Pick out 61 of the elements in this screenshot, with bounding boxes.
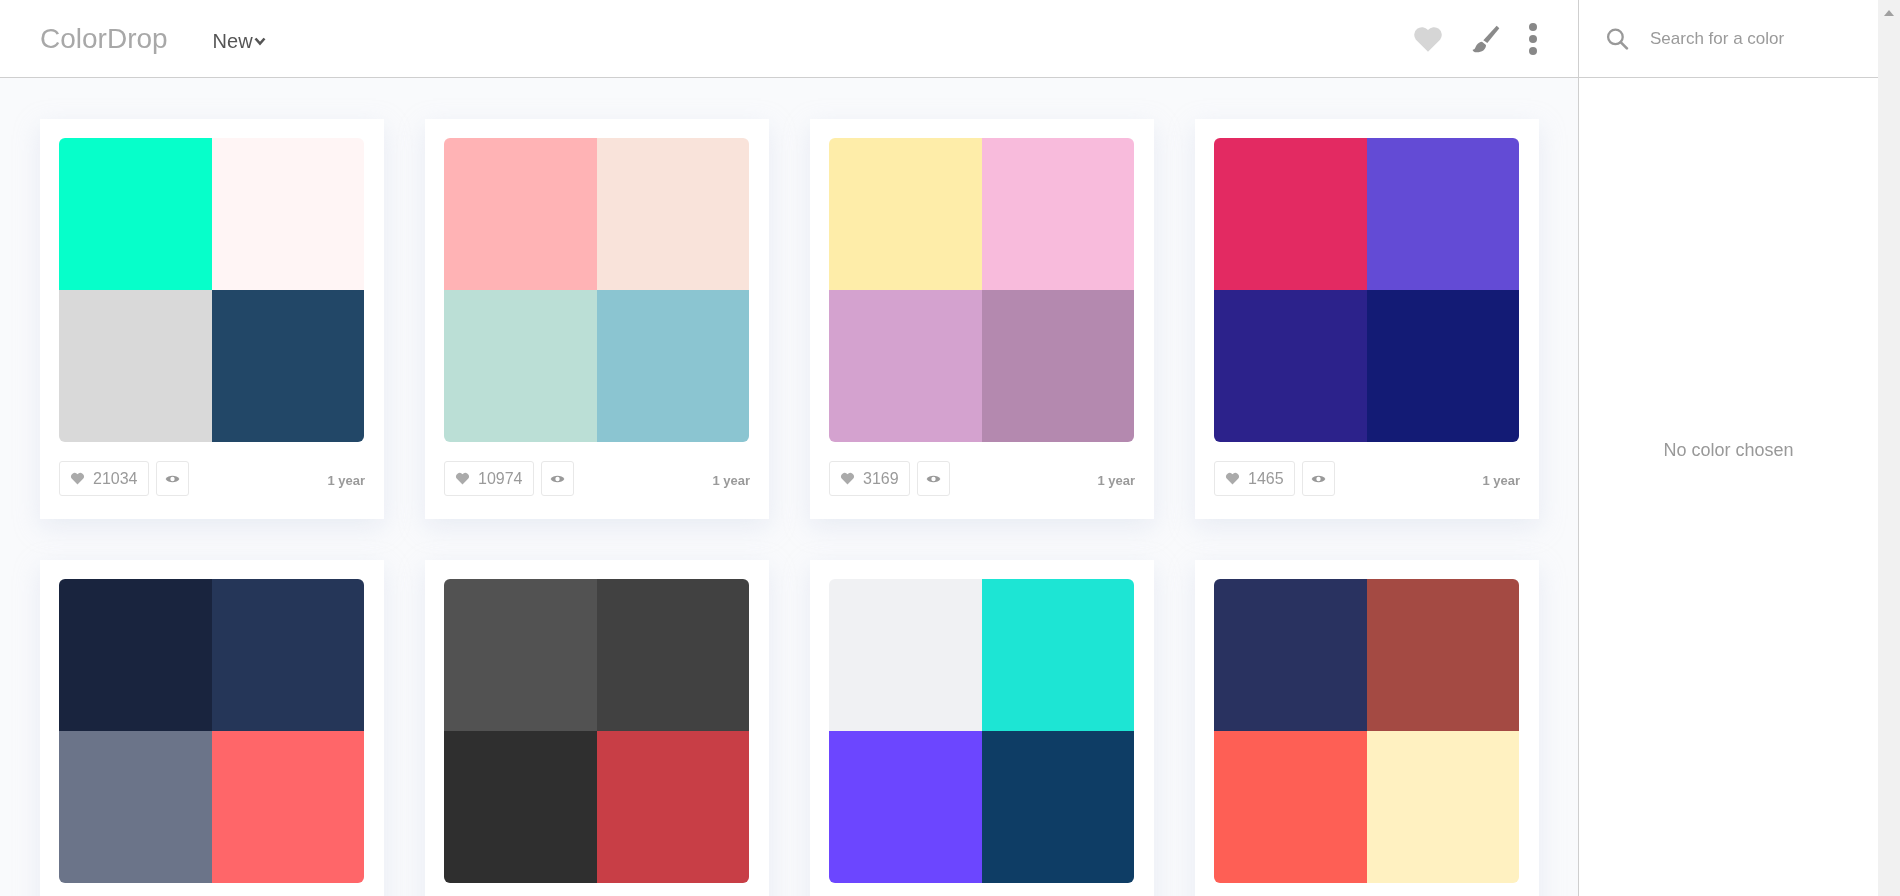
color-swatch[interactable] <box>1366 579 1519 731</box>
color-swatch[interactable] <box>981 290 1134 442</box>
heart-icon <box>70 472 85 485</box>
color-swatch[interactable] <box>1214 579 1367 731</box>
color-swatch[interactable] <box>596 579 749 731</box>
heart-icon <box>840 472 855 485</box>
color-swatch[interactable] <box>211 731 364 883</box>
more-options-icon[interactable] <box>1528 21 1538 56</box>
search-field[interactable]: Search for a color <box>1648 27 1852 50</box>
heart-icon[interactable] <box>1412 24 1444 53</box>
color-swatch[interactable] <box>444 731 597 883</box>
scroll-up-icon[interactable] <box>1884 10 1894 16</box>
sort-dropdown[interactable]: New <box>210 26 268 57</box>
color-swatch[interactable] <box>211 138 364 290</box>
color-swatch[interactable] <box>59 731 212 883</box>
color-swatch[interactable] <box>981 579 1134 731</box>
color-swatch[interactable] <box>829 138 982 290</box>
color-swatch[interactable] <box>829 290 982 442</box>
color-swatch[interactable] <box>596 731 749 883</box>
view-button[interactable] <box>1301 461 1335 496</box>
color-swatch[interactable] <box>1366 731 1519 883</box>
color-swatch[interactable] <box>981 138 1134 290</box>
palette-age: 1 year <box>327 473 365 488</box>
color-swatch[interactable] <box>1214 290 1367 442</box>
color-swatch[interactable] <box>444 138 597 290</box>
view-button[interactable] <box>540 461 574 496</box>
view-button[interactable] <box>916 461 950 496</box>
view-button[interactable] <box>155 461 189 496</box>
heart-icon <box>1225 472 1240 485</box>
eye-icon <box>925 473 941 484</box>
like-button[interactable]: 3169 <box>829 461 910 496</box>
color-swatch[interactable] <box>981 731 1134 883</box>
color-swatch[interactable] <box>211 290 364 442</box>
color-swatch[interactable] <box>596 290 749 442</box>
color-swatch[interactable] <box>444 290 597 442</box>
color-swatch[interactable] <box>829 579 982 731</box>
logo[interactable]: ColorDrop <box>40 22 168 55</box>
eye-icon <box>549 473 565 484</box>
like-button[interactable]: 1465 <box>1214 461 1295 496</box>
color-swatch[interactable] <box>59 290 212 442</box>
scrollbar[interactable] <box>1878 0 1900 896</box>
empty-message: No color chosen <box>1663 440 1794 462</box>
like-button[interactable]: 10974 <box>444 461 534 496</box>
chevron-down-icon <box>253 37 266 46</box>
eye-icon <box>1310 473 1326 484</box>
color-swatch[interactable] <box>596 138 749 290</box>
color-swatch[interactable] <box>1366 138 1519 290</box>
color-swatch[interactable] <box>1214 731 1367 883</box>
palette-age: 1 year <box>1482 473 1520 488</box>
palette-age: 1 year <box>712 473 750 488</box>
eye-icon <box>164 473 180 484</box>
color-swatch[interactable] <box>829 731 982 883</box>
color-swatch[interactable] <box>1366 290 1519 442</box>
like-button[interactable]: 21034 <box>59 461 149 496</box>
color-swatch[interactable] <box>1214 138 1367 290</box>
color-swatch[interactable] <box>59 138 212 290</box>
palette-age: 1 year <box>1097 473 1135 488</box>
color-swatch[interactable] <box>444 579 597 731</box>
color-swatch[interactable] <box>59 579 212 731</box>
color-swatch[interactable] <box>211 579 364 731</box>
heart-icon <box>455 472 470 485</box>
